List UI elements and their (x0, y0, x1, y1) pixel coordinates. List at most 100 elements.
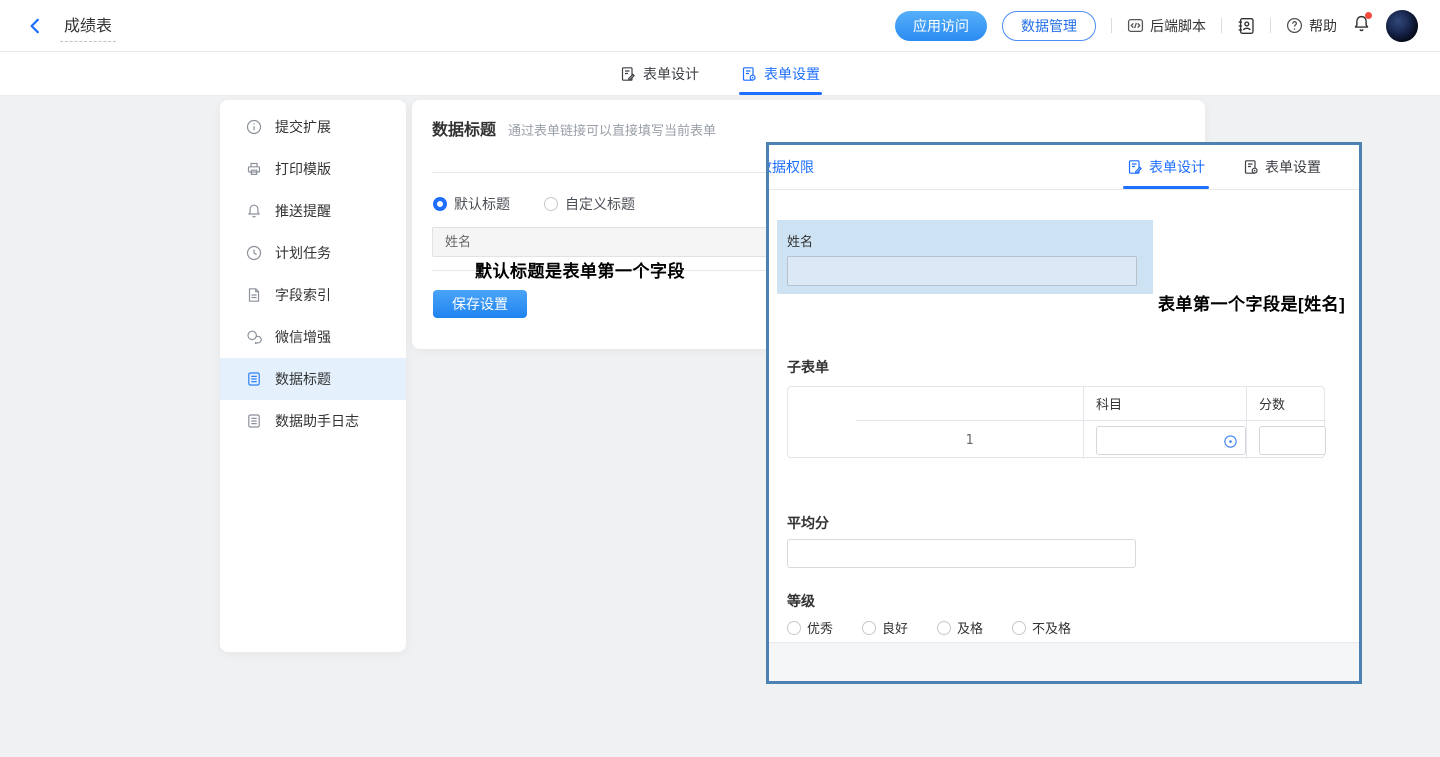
grade-options: 优秀 良好 及格 不及格 (787, 618, 1071, 637)
divider (1221, 18, 1222, 33)
back-icon[interactable] (26, 17, 44, 35)
column-header-subject: 科目 (1084, 387, 1247, 421)
grade-option-good: 良好 (862, 618, 908, 637)
contacts-icon[interactable] (1237, 17, 1255, 35)
subject-cell (1084, 421, 1247, 459)
overlay-form-preview: 姓名 表单第一个字段是[姓名] 子表单 科目 分数 1 平均分 (769, 190, 1359, 642)
radio-unchecked-icon (1012, 621, 1026, 635)
list-icon (246, 413, 262, 429)
panel-title: 数据标题 (432, 116, 496, 140)
field-label: 姓名 (777, 220, 1153, 256)
sidebar-item-label: 微信增强 (275, 327, 331, 347)
sidebar-item-label: 计划任务 (275, 243, 331, 263)
backend-script-button[interactable]: 后端脚本 (1127, 16, 1206, 36)
settings-sidebar: 提交扩展 打印模版 推送提醒 计划任务 字段索引 微信增强 数据标题 (220, 100, 406, 652)
grade-option-label: 良好 (882, 618, 908, 637)
score-input (1259, 426, 1326, 455)
grade-label: 等级 (787, 591, 815, 611)
tutorial-annotation: 表单第一个字段是[姓名] (1158, 290, 1345, 315)
sidebar-item-submit-extension[interactable]: 提交扩展 (220, 106, 406, 148)
grade-option-label: 不及格 (1032, 618, 1071, 637)
column-header-score: 分数 (1247, 387, 1326, 421)
subform-table: 科目 分数 1 (787, 386, 1325, 458)
help-icon (1286, 17, 1303, 34)
sidebar-item-data-assistant-log[interactable]: 数据助手日志 (220, 400, 406, 442)
tab-label: 表单设置 (1265, 157, 1321, 177)
form-settings-icon (1243, 159, 1259, 175)
radio-unchecked-icon (787, 621, 801, 635)
name-input (787, 256, 1137, 286)
subform-label: 子表单 (787, 357, 829, 377)
header-actions: 应用访问 数据管理 后端脚本 帮助 (895, 10, 1418, 42)
divider (1270, 18, 1271, 33)
form-design-icon (1127, 159, 1143, 175)
radio-unchecked-icon (937, 621, 951, 635)
selected-field-name: 姓名 (777, 220, 1153, 294)
list-icon (246, 371, 262, 387)
sidebar-item-label: 提交扩展 (275, 117, 331, 137)
code-icon (1127, 17, 1144, 34)
data-permission-tab-clipped: 数据权限 (769, 157, 814, 177)
wechat-icon (246, 329, 262, 345)
radio-label: 自定义标题 (565, 194, 635, 214)
tab-form-design[interactable]: 表单设计 (620, 52, 699, 95)
sidebar-item-label: 数据标题 (275, 369, 331, 389)
form-settings-icon (741, 66, 757, 82)
notification-dot (1365, 12, 1372, 19)
sidebar-item-label: 推送提醒 (275, 201, 331, 221)
sidebar-item-scheduled-task[interactable]: 计划任务 (220, 232, 406, 274)
grade-option-label: 优秀 (807, 618, 833, 637)
tab-label: 表单设计 (1149, 157, 1205, 177)
overlay-header: 数据权限 表单设计 表单设置 (769, 145, 1359, 190)
grade-option-pass: 及格 (937, 618, 983, 637)
grade-option-excellent: 优秀 (787, 618, 833, 637)
tutorial-screenshot-overlay: 数据权限 表单设计 表单设置 姓名 表单第一个字段是[姓名] 子表单 (766, 142, 1362, 684)
backend-script-label: 后端脚本 (1150, 16, 1206, 36)
notifications-button[interactable] (1352, 14, 1371, 38)
sidebar-item-label: 数据助手日志 (275, 411, 359, 431)
select-data-icon (1223, 434, 1238, 449)
panel-subtitle: 通过表单链接可以直接填写当前表单 (508, 120, 716, 139)
grade-option-label: 及格 (957, 618, 983, 637)
table-corner-cell (856, 387, 1084, 421)
overlay-tab-form-design: 表单设计 (1127, 145, 1205, 189)
tab-label: 表单设置 (764, 64, 820, 84)
tab-label: 表单设计 (643, 64, 699, 84)
radio-custom-title[interactable]: 自定义标题 (544, 194, 635, 214)
help-button[interactable]: 帮助 (1286, 16, 1337, 36)
divider (1111, 18, 1112, 33)
form-title[interactable]: 成绩表 (60, 10, 116, 42)
form-tabbar: 表单设计 表单设置 (0, 52, 1440, 96)
app-header: 成绩表 应用访问 数据管理 后端脚本 帮助 (0, 0, 1440, 52)
radio-checked-icon (433, 197, 447, 211)
grade-option-fail: 不及格 (1012, 618, 1071, 637)
sidebar-item-label: 字段索引 (275, 285, 331, 305)
score-cell (1247, 421, 1326, 459)
save-settings-button[interactable]: 保存设置 (433, 290, 527, 318)
radio-unchecked-icon (544, 197, 558, 211)
radio-label: 默认标题 (454, 194, 510, 214)
document-icon (246, 287, 262, 303)
sidebar-item-push-reminder[interactable]: 推送提醒 (220, 190, 406, 232)
help-label: 帮助 (1309, 16, 1337, 36)
sidebar-item-print-template[interactable]: 打印模版 (220, 148, 406, 190)
clock-icon (246, 245, 262, 261)
form-design-icon (620, 66, 636, 82)
radio-default-title[interactable]: 默认标题 (433, 194, 510, 214)
tab-form-settings[interactable]: 表单设置 (741, 52, 820, 95)
radio-unchecked-icon (862, 621, 876, 635)
overlay-footer (769, 642, 1359, 681)
overlay-tab-form-settings: 表单设置 (1243, 145, 1321, 189)
app-access-button[interactable]: 应用访问 (895, 11, 987, 41)
sidebar-item-label: 打印模版 (275, 159, 331, 179)
average-label: 平均分 (787, 513, 829, 533)
sidebar-item-data-title[interactable]: 数据标题 (220, 358, 406, 400)
average-input (787, 539, 1136, 568)
sidebar-item-field-index[interactable]: 字段索引 (220, 274, 406, 316)
avatar[interactable] (1386, 10, 1418, 42)
printer-icon (246, 161, 262, 177)
data-manage-button[interactable]: 数据管理 (1002, 11, 1096, 41)
sidebar-item-wechat-enhance[interactable]: 微信增强 (220, 316, 406, 358)
row-number-cell: 1 (856, 421, 1084, 459)
subject-input (1096, 426, 1246, 455)
